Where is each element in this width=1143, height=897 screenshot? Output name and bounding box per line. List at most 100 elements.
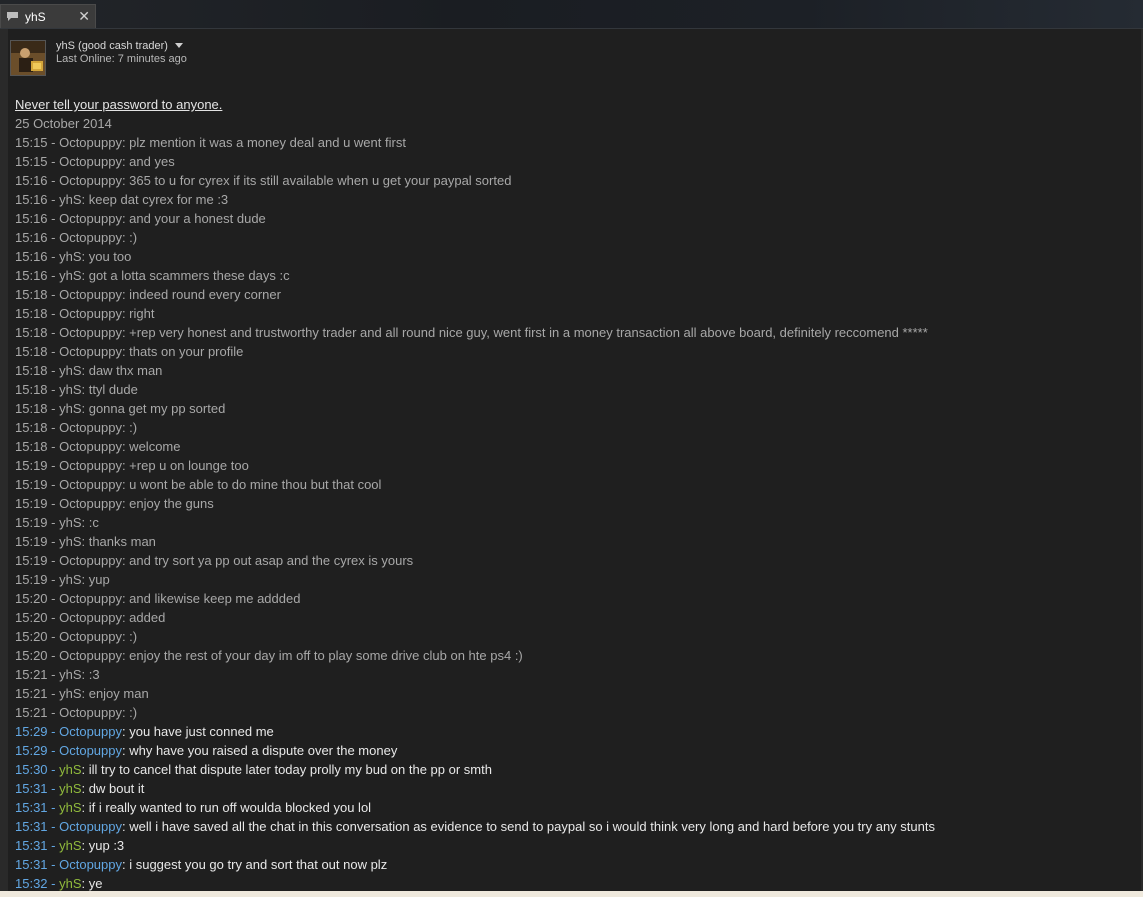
new-messages: 15:29 - Octopuppy: you have just conned … [15,722,1135,893]
message-sender: Octopuppy [59,743,122,758]
chat-message-new: 15:31 - yhS: yup :3 [15,836,1135,855]
chat-message-new: 15:31 - yhS: dw bout it [15,779,1135,798]
tab-title: yhS [25,10,46,24]
chat-message: 15:18 - yhS: ttyl dude [15,382,138,397]
chat-message-new: 15:30 - yhS: ill try to cancel that disp… [15,760,1135,779]
chat-message: 15:18 - Octopuppy: :) [15,420,138,435]
chat-message: 15:18 - Octopuppy: indeed round every co… [15,287,281,302]
message-sender: yhS [59,762,82,777]
chat-message: 15:19 - Octopuppy: u wont be able to do … [15,477,382,492]
chat-message: 15:16 - yhS: got a lotta scammers these … [15,268,290,283]
friend-status: Last Online: 7 minutes ago [56,53,187,65]
chat-message: 15:19 - Octopuppy: +rep u on lounge too [15,458,249,473]
friend-name-row[interactable]: yhS (good cash trader) [56,40,168,52]
chat-message: 15:16 - Octopuppy: and your a honest dud… [15,211,266,226]
window-left-border [0,29,8,891]
chat-message: 15:19 - yhS: thanks man [15,534,156,549]
chat-log[interactable]: Never tell your password to anyone. 25 O… [15,95,1135,893]
chat-message-new: 15:29 - Octopuppy: why have you raised a… [15,741,1135,760]
chat-tab[interactable]: yhS ✕ [0,4,96,28]
message-separator: - [47,762,60,777]
chat-message: 15:19 - yhS: yup [15,572,110,587]
message-sender: yhS [59,876,82,891]
chat-message: 15:16 - yhS: you too [15,249,132,264]
chat-header: yhS (good cash trader) Last Online: 7 mi… [8,29,1141,87]
message-sender: yhS [59,800,82,815]
tab-bar: yhS ✕ [0,0,1143,29]
message-timestamp: 15:31 [15,781,48,796]
message-timestamp: 15:31 [15,857,48,872]
message-text: dw bout it [88,781,145,796]
chat-message: 15:20 - Octopuppy: added [15,610,166,625]
message-text: ye [88,876,103,891]
chat-message: 15:18 - yhS: gonna get my pp sorted [15,401,226,416]
chat-message: 15:21 - Octopuppy: :) [15,705,138,720]
chat-input-edge[interactable] [0,891,1143,897]
message-separator: - [47,819,60,834]
message-timestamp: 15:29 [15,743,48,758]
message-text: i suggest you go try and sort that out n… [129,857,388,872]
message-timestamp: 15:31 [15,838,48,853]
chat-message: 15:16 - Octopuppy: :) [15,230,138,245]
chat-message: 15:20 - Octopuppy: :) [15,629,138,644]
message-text: ill try to cancel that dispute later tod… [88,762,492,777]
chat-bubble-icon [7,12,18,21]
chat-message: 15:18 - Octopuppy: right [15,306,155,321]
avatar-image [11,41,45,75]
message-text: if i really wanted to run off woulda blo… [88,800,372,815]
chat-message-new: 15:31 - Octopuppy: i suggest you go try … [15,855,1135,874]
message-colon: : [81,876,89,891]
message-colon: : [81,762,89,777]
chat-message: 15:15 - Octopuppy: and yes [15,154,175,169]
message-text: well i have saved all the chat in this c… [129,819,935,834]
chat-message: 15:21 - yhS: enjoy man [15,686,149,701]
message-separator: - [47,724,60,739]
chat-message-new: 15:31 - Octopuppy: well i have saved all… [15,817,1135,836]
message-timestamp: 15:30 [15,762,48,777]
old-messages: 15:15 - Octopuppy: plz mention it was a … [15,133,1135,722]
chat-message: 15:20 - Octopuppy: and likewise keep me … [15,591,301,606]
message-separator: - [47,743,60,758]
message-separator: - [47,876,60,891]
chat-message: 15:21 - yhS: :3 [15,667,100,682]
message-timestamp: 15:31 [15,800,48,815]
close-icon[interactable]: ✕ [78,8,90,25]
chat-message: 15:19 - Octopuppy: and try sort ya pp ou… [15,553,414,568]
message-timestamp: 15:29 [15,724,48,739]
chat-message: 15:18 - Octopuppy: +rep very honest and … [15,325,928,340]
message-timestamp: 15:31 [15,819,48,834]
chat-message-new: 15:29 - Octopuppy: you have just conned … [15,722,1135,741]
chat-message: 15:15 - Octopuppy: plz mention it was a … [15,135,406,150]
chat-message: 15:18 - yhS: daw thx man [15,363,163,378]
chat-message: 15:19 - Octopuppy: enjoy the guns [15,496,214,511]
message-sender: Octopuppy [59,819,122,834]
message-sender: Octopuppy [59,724,122,739]
message-separator: - [47,838,60,853]
message-sender: yhS [59,781,82,796]
chat-message: 15:16 - Octopuppy: 365 to u for cyrex if… [15,173,512,188]
message-text: why have you raised a dispute over the m… [129,743,398,758]
chevron-down-icon[interactable] [175,43,183,48]
friend-nickname: (good cash trader) [78,40,168,52]
message-separator: - [47,781,60,796]
friend-name: yhS [56,40,75,52]
message-sender: yhS [59,838,82,853]
message-separator: - [47,800,60,815]
message-timestamp: 15:32 [15,876,48,891]
chat-message: 15:18 - Octopuppy: thats on your profile [15,344,244,359]
avatar[interactable] [10,40,46,76]
chat-message: 15:20 - Octopuppy: enjoy the rest of you… [15,648,523,663]
chat-message: 15:19 - yhS: :c [15,515,99,530]
message-separator: - [47,857,60,872]
message-colon: : [81,781,89,796]
message-text: yup :3 [88,838,125,853]
chat-message-new: 15:31 - yhS: if i really wanted to run o… [15,798,1135,817]
chat-message: 15:16 - yhS: keep dat cyrex for me :3 [15,192,229,207]
security-warning[interactable]: Never tell your password to anyone. [15,95,1135,114]
chat-date: 25 October 2014 [15,116,112,131]
message-sender: Octopuppy [59,857,122,872]
message-colon: : [81,800,89,815]
chat-message: 15:18 - Octopuppy: welcome [15,439,181,454]
message-text: you have just conned me [129,724,274,739]
message-colon: : [81,838,89,853]
